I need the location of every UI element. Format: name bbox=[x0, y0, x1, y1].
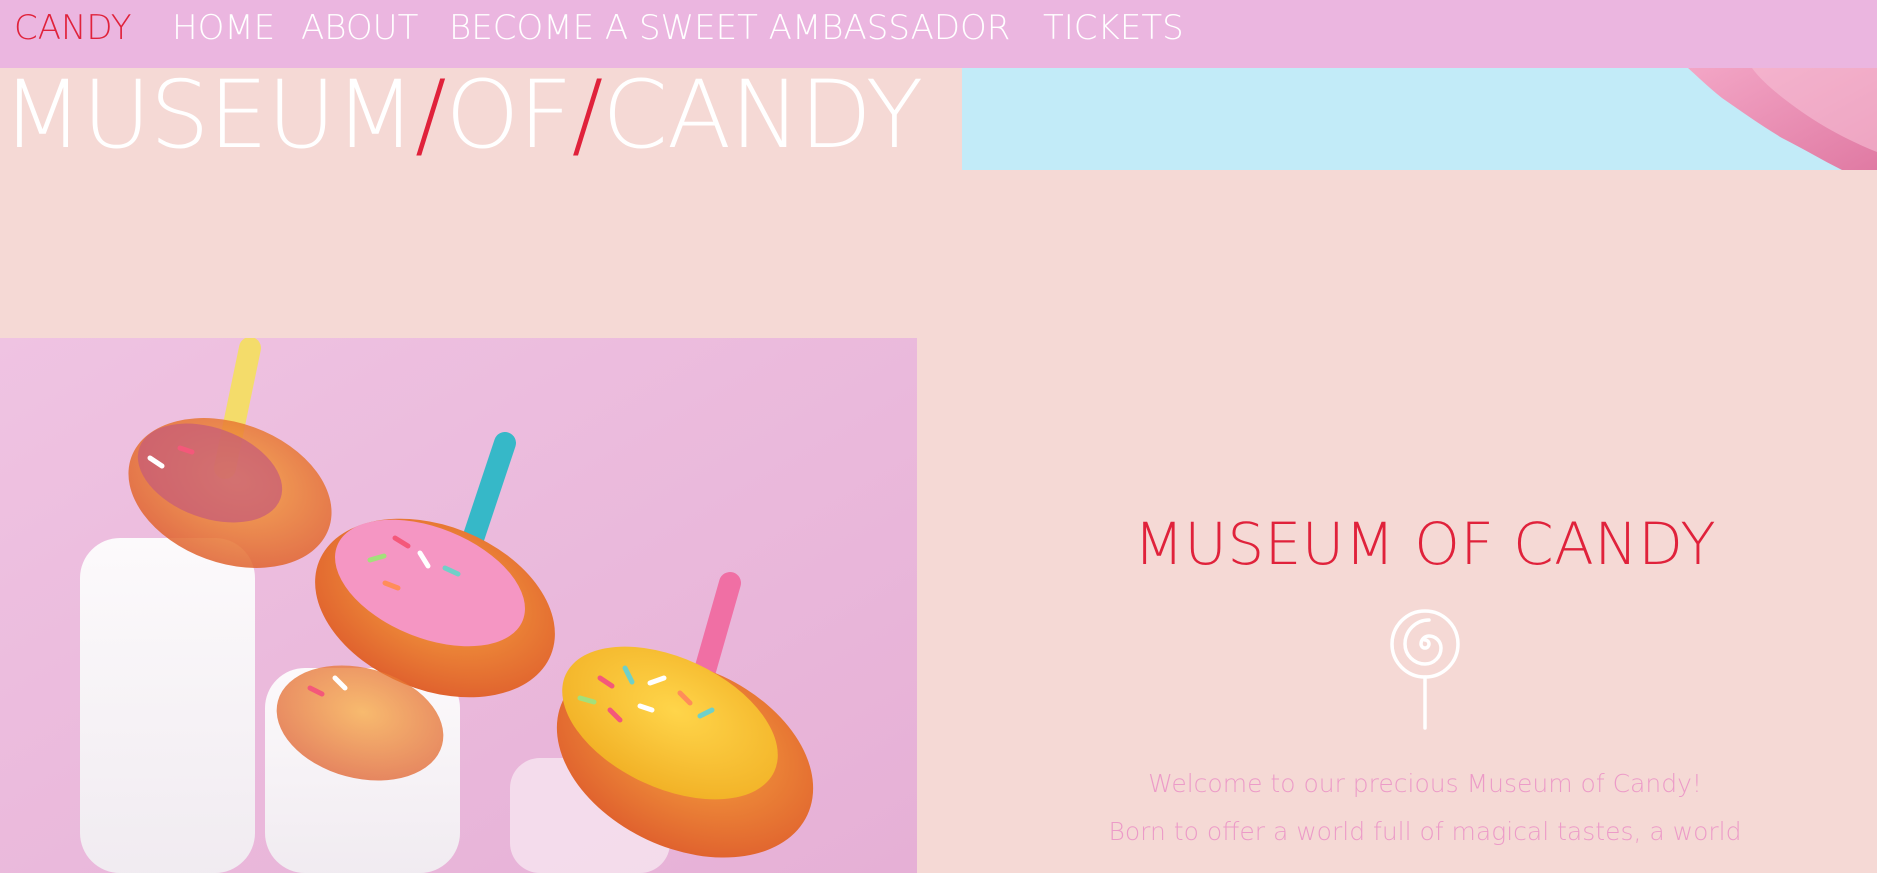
intro-title: MUSEUM OF CANDY bbox=[1133, 510, 1717, 578]
intro-section: MUSEUM OF CANDY Welcome to our precious … bbox=[1000, 510, 1850, 856]
hero-title: MUSEUM/OF/CANDY bbox=[2, 66, 923, 166]
nav-tickets-link[interactable]: TICKETS bbox=[1043, 8, 1184, 48]
hero-title-slash: / bbox=[414, 61, 447, 170]
nav-ambassador-link[interactable]: BECOME A SWEET AMBASSADOR bbox=[449, 8, 1010, 48]
nav-about-link[interactable]: ABOUT bbox=[301, 8, 418, 48]
top-navbar: CANDY HOME ABOUT BECOME A SWEET AMBASSAD… bbox=[0, 0, 1877, 68]
donuts-photo bbox=[0, 338, 917, 873]
hero-title-of: OF bbox=[445, 61, 573, 170]
pink-wave-decoration bbox=[1688, 68, 1877, 170]
donuts-illustration bbox=[0, 338, 917, 873]
intro-line-welcome: Welcome to our precious Museum of Candy! bbox=[1148, 769, 1702, 798]
hero-title-slash: / bbox=[571, 61, 604, 170]
brand-logo-link[interactable]: CANDY bbox=[14, 8, 132, 48]
lollipop-icon bbox=[1390, 609, 1460, 730]
intro-text: Welcome to our precious Museum of Candy!… bbox=[1000, 760, 1850, 856]
intro-line-born: Born to offer a world full of magical ta… bbox=[1108, 817, 1742, 846]
hero-title-candy: CANDY bbox=[602, 61, 923, 170]
nav-home-link[interactable]: HOME bbox=[172, 8, 275, 48]
hero-banner-image bbox=[962, 68, 1877, 170]
hero-title-museum: MUSEUM bbox=[2, 61, 416, 170]
